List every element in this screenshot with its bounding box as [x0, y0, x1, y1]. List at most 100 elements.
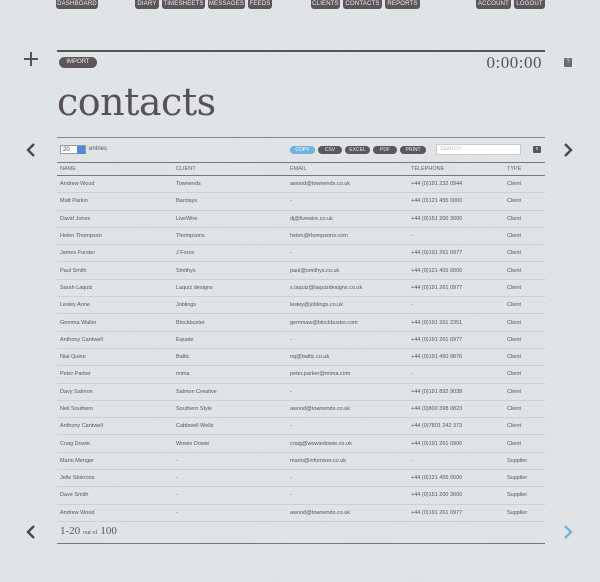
cell-client: Equate: [173, 331, 287, 349]
table-row[interactable]: Dave Smith - - +44 (0)151 200 3000 Supplier: [57, 486, 545, 505]
cell-telephone: +44 (0)151 200 3000: [408, 210, 504, 228]
table-row[interactable]: Paul Smith Smithys paul@smithys.co.uk +44 (…: [57, 261, 545, 280]
table-row[interactable]: Craig Dowie Wowie Dowie craig@wowiedowie.c…: [57, 434, 545, 453]
table-row[interactable]: Sarah Laquiz Laquiz designs s.laquiz@laqui…: [57, 279, 545, 298]
table-row[interactable]: Helen Thompson Thompsons helen@thompsons.c…: [57, 227, 545, 246]
cell-telephone: +44 (0)191 261 0977: [408, 279, 504, 298]
cell-type: Client: [504, 210, 545, 228]
table-row[interactable]: Anthony Cantwell Cabbwell Wells - +44 (0)78…: [57, 417, 545, 436]
cell-type: Supplier: [504, 504, 545, 522]
nav-tab-clients[interactable]: CLIENTS: [311, 0, 340, 9]
table-row[interactable]: Gemma Waller Blockbuster gemmaw@blockbuste…: [57, 313, 545, 332]
export-excel-button[interactable]: EXCEL: [345, 146, 370, 154]
nav-tab-contacts[interactable]: CONTACTS: [343, 0, 382, 9]
export-csv-button[interactable]: CSV: [318, 146, 342, 154]
help-icon[interactable]: ?: [564, 58, 572, 67]
table-row[interactable]: Andrew Wood - awood@townends.co.uk +44 (0)1…: [57, 504, 545, 522]
column-header-name[interactable]: NAME: [57, 162, 173, 176]
cell-name: Andrew Wood: [57, 504, 173, 522]
table-header-row: NAME CLIENT EMAIL TELEPHONE TYPE: [57, 162, 545, 176]
cell-type: Client: [504, 365, 545, 384]
cell-name: Mario Menger: [57, 452, 173, 471]
cell-name: Andrew Wood: [57, 175, 173, 194]
cell-email: -: [287, 486, 408, 505]
cell-telephone: +44 (0)7801 242 373: [408, 417, 504, 436]
length-spinner-icon[interactable]: [77, 146, 85, 154]
cell-type: Client: [504, 244, 545, 263]
nav-tab-dashboard[interactable]: DASHBOARD: [56, 0, 98, 9]
table-row[interactable]: Davy Salmon Salmon Creative - +44 (0)191 89…: [57, 383, 545, 401]
table-row[interactable]: David Jones LiveWire dj@livewire.co.uk +44 …: [57, 210, 545, 228]
entries-length-select[interactable]: 20: [60, 145, 86, 154]
entries-length-value: 20: [63, 147, 70, 153]
table-row[interactable]: Neil Southern Southern Style awood@townend…: [57, 400, 545, 419]
cell-client: -: [173, 452, 287, 471]
cell-telephone: +44 (0)151 200 3000: [408, 486, 504, 505]
cell-name: Anthony Cantwell: [57, 417, 173, 436]
cell-telephone: +44 (0)121 455 0000: [408, 192, 504, 211]
cell-email: -: [287, 192, 408, 211]
nav-tab-messages[interactable]: MESSAGES: [208, 0, 245, 9]
page-next-arrow-icon[interactable]: [563, 525, 573, 539]
table-row[interactable]: Andrew Wood Townends awood@townends.co.uk +…: [57, 175, 545, 194]
cell-email: -: [287, 244, 408, 263]
nav-tab-logout[interactable]: LOGOUT: [514, 0, 545, 9]
clear-search-button[interactable]: x: [533, 146, 541, 153]
cell-telephone: +44 (0)800 398 0823: [408, 400, 504, 419]
cell-email: peter.parker@mima.com: [287, 365, 408, 384]
table-row[interactable]: Matt Parkin Barclays - +44 (0)121 455 0000 C…: [57, 192, 545, 211]
cell-type: Client: [504, 192, 545, 211]
table-row[interactable]: Lesley Anne Joblings lesley@joblings.co.uk…: [57, 296, 545, 315]
nav-tab-account[interactable]: ACCOUNT: [476, 0, 511, 9]
search-input[interactable]: SEARCH: [436, 144, 521, 155]
table-row[interactable]: Jelle Stokroos - - +44 (0)121 455 0000 Suppl…: [57, 469, 545, 488]
column-header-type[interactable]: TYPE: [504, 162, 545, 176]
add-contact-plus-icon[interactable]: [24, 52, 38, 66]
table-row[interactable]: Nial Quinn Baltic nq@baltic.co.uk +44 (0)19…: [57, 348, 545, 367]
cell-name: Peter Parker: [57, 365, 173, 384]
cell-client: Laquiz designs: [173, 279, 287, 298]
export-copy-button[interactable]: COPY: [290, 146, 315, 154]
cell-telephone: +44 (0)191 261 0977: [408, 244, 504, 263]
cell-name: Paul Smith: [57, 261, 173, 280]
contacts-table: NAME CLIENT EMAIL TELEPHONE TYPE Andrew …: [57, 162, 545, 522]
table-row[interactable]: Anthony Cantwell Equate - +44 (0)191 261 09…: [57, 331, 545, 349]
entries-label: entries: [89, 146, 108, 152]
column-header-email[interactable]: EMAIL: [287, 162, 408, 176]
cell-name: Sarah Laquiz: [57, 279, 173, 298]
column-header-telephone[interactable]: TELEPHONE: [408, 162, 504, 176]
cell-type: Client: [504, 175, 545, 194]
cell-telephone: -: [408, 296, 504, 315]
cell-email: -: [287, 417, 408, 436]
page-prev-arrow-icon[interactable]: [26, 525, 36, 539]
table-row[interactable]: James Forster J Force - +44 (0)191 261 0977…: [57, 244, 545, 263]
cell-type: Supplier: [504, 452, 545, 471]
column-header-client[interactable]: CLIENT: [173, 162, 287, 176]
nav-tab-diary[interactable]: DIARY: [135, 0, 159, 9]
bottom-divider: [57, 543, 545, 544]
export-print-button[interactable]: PRINT: [400, 146, 426, 154]
cell-email: -: [287, 383, 408, 401]
cell-email: dj@livewire.co.uk: [287, 210, 408, 228]
export-pdf-button[interactable]: PDF: [373, 146, 397, 154]
cell-type: Client: [504, 331, 545, 349]
nav-tab-reports[interactable]: REPORTS: [385, 0, 420, 9]
cell-type: Client: [504, 279, 545, 298]
cell-email: nq@baltic.co.uk: [287, 348, 408, 367]
cell-name: Craig Dowie: [57, 434, 173, 453]
nav-tab-feeds[interactable]: FEEDS: [248, 0, 272, 9]
cell-type: Supplier: [504, 486, 545, 505]
cell-name: Neil Southern: [57, 400, 173, 419]
nav-tab-timesheets[interactable]: TIMESHEETS: [162, 0, 205, 9]
cell-client: Thompsons: [173, 227, 287, 246]
cell-name: James Forster: [57, 244, 173, 263]
cell-email: mario@infomixer.co.uk: [287, 452, 408, 471]
import-button[interactable]: IMPORT: [59, 57, 97, 68]
timer-display: 0:00:00: [486, 53, 542, 72]
next-arrow-icon[interactable]: [563, 143, 573, 157]
prev-arrow-icon[interactable]: [26, 143, 36, 157]
table-row[interactable]: Peter Parker mima peter.parker@mima.com - Cl…: [57, 365, 545, 384]
cell-email: -: [287, 331, 408, 349]
cell-client: Baltic: [173, 348, 287, 367]
table-row[interactable]: Mario Menger - mario@infomixer.co.uk - Suppl…: [57, 452, 545, 471]
